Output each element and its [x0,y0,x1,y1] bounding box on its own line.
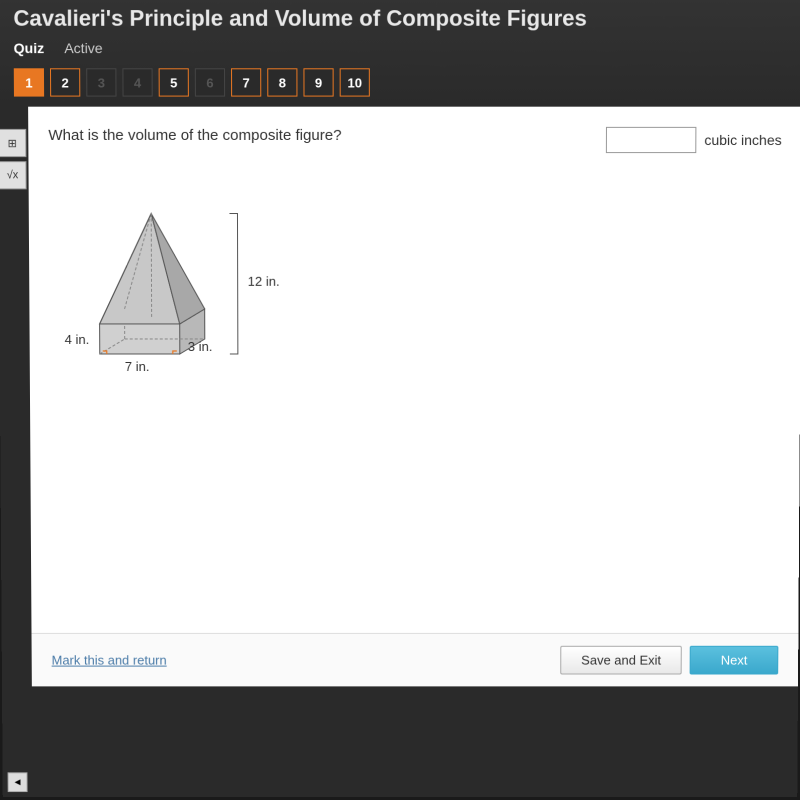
calculator-tool[interactable]: ⊞ [0,129,26,157]
header-tabs: Quiz Active [14,36,787,60]
question-nav: 1 2 3 4 5 6 7 8 9 10 [14,68,786,106]
question-nav-10[interactable]: 10 [340,68,370,96]
question-nav-2[interactable]: 2 [50,68,80,96]
page-title: Cavalieri's Principle and Volume of Comp… [13,6,786,32]
question-nav-1[interactable]: 1 [14,68,44,96]
next-button[interactable]: Next [690,646,778,675]
figure-container: 12 in. 4 in. 3 in. 7 in. [69,173,782,374]
answer-unit: cubic inches [704,132,781,148]
content-area: What is the volume of the composite figu… [28,107,800,687]
save-exit-button[interactable]: Save and Exit [560,646,682,675]
dim-width: 7 in. [125,359,150,374]
answer-box: cubic inches [606,127,782,153]
dim-height: 12 in. [248,274,280,289]
dim-prism-height: 3 in. [188,339,213,354]
question-nav-4[interactable]: 4 [122,68,152,96]
tab-quiz[interactable]: Quiz [14,36,45,60]
question-nav-6[interactable]: 6 [195,68,225,96]
tool-sidebar: ⊞ √x [0,129,29,189]
sqrt-tool[interactable]: √x [0,161,27,189]
question-nav-8[interactable]: 8 [267,68,297,96]
question-text: What is the volume of the composite figu… [48,127,341,144]
footer: Mark this and return Save and Exit Next [32,633,799,686]
dim-depth: 4 in. [65,332,90,347]
scroll-left-button[interactable]: ◄ [8,772,28,792]
question-nav-5[interactable]: 5 [159,68,189,96]
tab-active[interactable]: Active [64,36,102,60]
question-nav-9[interactable]: 9 [303,68,333,96]
answer-input[interactable] [606,127,697,153]
question-nav-7[interactable]: 7 [231,68,261,96]
question-nav-3[interactable]: 3 [86,68,116,96]
mark-return-link[interactable]: Mark this and return [52,653,167,668]
